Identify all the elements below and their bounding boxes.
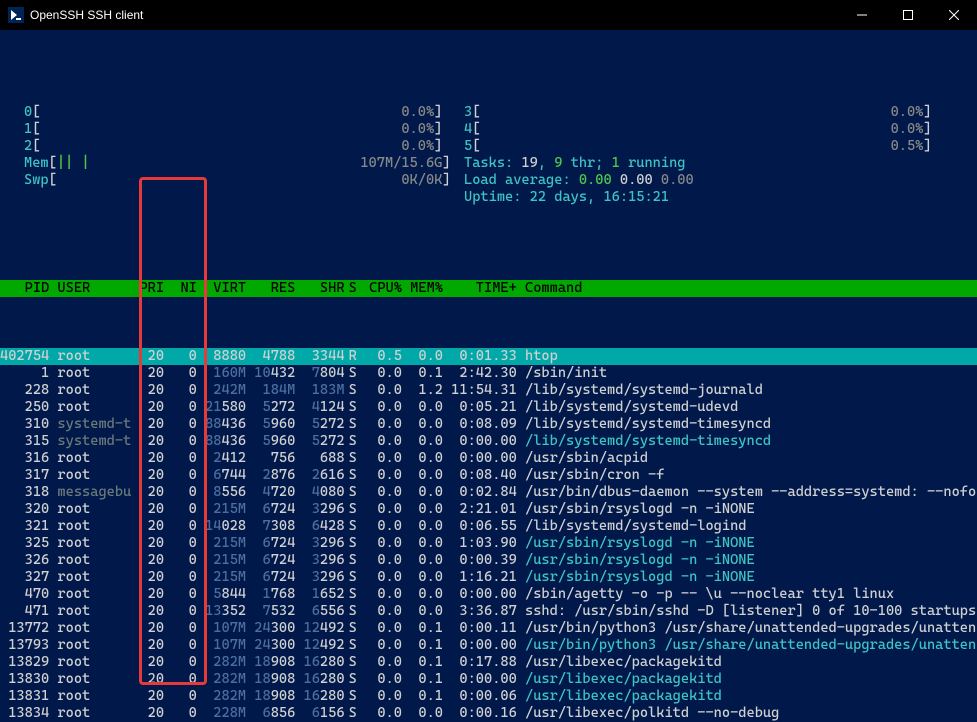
mem-meter-row: Mem[|| | 107M/15.6G]Tasks: 19, 9 thr; 1 … — [24, 155, 969, 172]
window-title: OpenSSH SSH client — [30, 7, 143, 24]
process-row[interactable]: 13831root200 282M 18908 16280S0.00.10:00… — [0, 688, 977, 705]
cpu-meter-row: 0[ 0.0%]3[ 0.0%] — [24, 104, 969, 121]
col-res: RES — [246, 280, 295, 297]
cpu-meter-row: 1[ 0.0%]4[ 0.0%] — [24, 121, 969, 138]
process-row[interactable]: 13834root200 228M 6856 6156S0.00.00:00.1… — [0, 705, 977, 722]
close-button[interactable] — [931, 0, 977, 30]
app-icon — [8, 7, 24, 23]
col-time: TIME+ — [443, 280, 517, 297]
col-mem: MEM% — [402, 280, 443, 297]
annotation-highlight — [139, 177, 207, 685]
cpu-meter-row: 2[ 0.0%]5[ 0.5%] — [24, 138, 969, 155]
window-titlebar: OpenSSH SSH client — [0, 0, 977, 30]
col-cmd: Command — [517, 280, 977, 297]
col-user: USER — [49, 280, 131, 297]
minimize-button[interactable] — [839, 0, 885, 30]
maximize-button[interactable] — [885, 0, 931, 30]
col-pid: PID — [0, 280, 49, 297]
col-cpu: CPU% — [361, 280, 402, 297]
col-s: S — [345, 280, 361, 297]
col-shr: SHR — [295, 280, 344, 297]
